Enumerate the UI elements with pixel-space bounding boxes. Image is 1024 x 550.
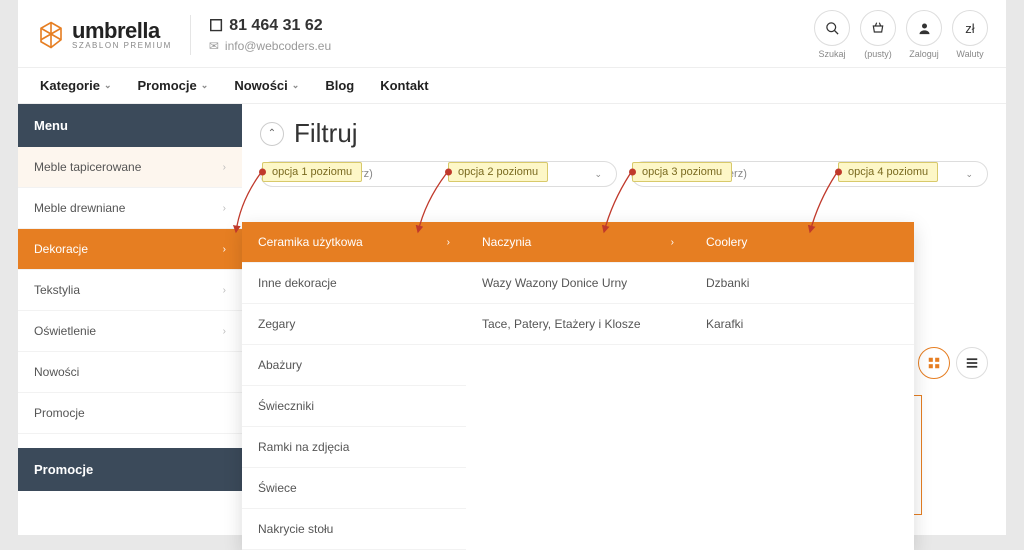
nav-categories[interactable]: Kategorie⌄	[40, 78, 112, 93]
chevron-right-icon: ›	[223, 162, 226, 173]
sidebar-item-upholstered[interactable]: Meble tapicerowane›	[18, 147, 242, 188]
mail-icon: ✉	[209, 39, 219, 53]
flyout-item-dishes[interactable]: Naczynia›	[466, 222, 690, 263]
login-button[interactable]: Zaloguj	[906, 10, 942, 59]
flyout-item[interactable]: Karafki	[690, 304, 914, 345]
chevron-down-icon: ⌄	[965, 169, 973, 180]
flyout-level-2: Ceramika użytkowa› Inne dekoracje Zegary…	[242, 222, 466, 550]
sidebar-item-textiles[interactable]: Tekstylia›	[18, 270, 242, 311]
flyout-item[interactable]: Zegary	[242, 304, 466, 345]
chevron-down-icon: ⌄	[292, 80, 300, 91]
chevron-right-icon: ›	[671, 237, 674, 248]
flyout-level-3: Naczynia› Wazy Wazony Donice Urny Tace, …	[466, 222, 690, 550]
sidebar-item-promo[interactable]: Promocje	[18, 393, 242, 434]
flyout-item[interactable]: Nakrycie stołu	[242, 509, 466, 550]
chevron-up-icon: ⌃	[268, 128, 276, 139]
flyout-item[interactable]: Świece	[242, 468, 466, 509]
flyout-item[interactable]: Inne dekoracje	[242, 263, 466, 304]
chevron-right-icon: ›	[223, 285, 226, 296]
phone-number[interactable]: ☐81 464 31 62	[209, 16, 331, 36]
flyout-item[interactable]: Świeczniki	[242, 386, 466, 427]
sidebar-menu-header: Menu	[18, 104, 242, 147]
divider	[190, 15, 191, 55]
logo[interactable]: umbrella SZABLON PREMIUM	[36, 20, 172, 50]
logo-title: umbrella	[72, 20, 172, 42]
flyout-item-coolers[interactable]: Coolery	[690, 222, 914, 263]
sidebar-item-wooden[interactable]: Meble drewniane›	[18, 188, 242, 229]
basket-icon	[870, 20, 886, 36]
chevron-right-icon: ›	[223, 326, 226, 337]
search-button[interactable]: Szukaj	[814, 10, 850, 59]
filter-title: Filtruj	[294, 118, 358, 149]
logo-icon	[36, 20, 66, 50]
sidebar-promo-header: Promocje	[18, 448, 242, 491]
callout-level-1: opcja 1 poziomu	[262, 162, 362, 182]
nav-news[interactable]: Nowości⌄	[234, 78, 299, 93]
chevron-down-icon: ⌄	[201, 80, 209, 91]
callout-level-2: opcja 2 poziomu	[448, 162, 548, 182]
nav-contact[interactable]: Kontakt	[380, 78, 428, 93]
callout-level-4: opcja 4 poziomu	[838, 162, 938, 182]
chevron-down-icon: ⌄	[594, 169, 602, 180]
logo-subtitle: SZABLON PREMIUM	[72, 42, 172, 50]
user-icon	[917, 21, 932, 36]
sidebar-item-lighting[interactable]: Oświetlenie›	[18, 311, 242, 352]
email-link[interactable]: ✉info@webcoders.eu	[209, 39, 331, 53]
collapse-button[interactable]: ⌃	[260, 122, 284, 146]
chevron-down-icon: ⌄	[104, 80, 112, 91]
flyout-item[interactable]: Dzbanki	[690, 263, 914, 304]
grid-icon	[927, 356, 941, 370]
flyout-item[interactable]: Wazy Wazony Donice Urny	[466, 263, 690, 304]
sidebar-item-news[interactable]: Nowości	[18, 352, 242, 393]
sidebar-item-decorations[interactable]: Dekoracje›	[18, 229, 242, 270]
currency-button[interactable]: zł Waluty	[952, 10, 988, 59]
flyout-item-ceramics[interactable]: Ceramika użytkowa›	[242, 222, 466, 263]
list-view-button[interactable]	[956, 347, 988, 379]
cart-button[interactable]: (pusty)	[860, 10, 896, 59]
nav-promotions[interactable]: Promocje⌄	[138, 78, 209, 93]
flyout-level-4: Coolery Dzbanki Karafki	[690, 222, 914, 550]
callout-level-3: opcja 3 poziomu	[632, 162, 732, 182]
search-icon	[825, 21, 840, 36]
grid-view-button[interactable]	[918, 347, 950, 379]
flyout-item[interactable]: Abażury	[242, 345, 466, 386]
list-icon	[965, 356, 979, 370]
flyout-item[interactable]: Tace, Patery, Etażery i Klosze	[466, 304, 690, 345]
chevron-right-icon: ›	[223, 203, 226, 214]
flyout-item[interactable]: Ramki na zdjęcia	[242, 427, 466, 468]
nav-blog[interactable]: Blog	[325, 78, 354, 93]
currency-symbol: zł	[952, 10, 988, 46]
chevron-right-icon: ›	[447, 237, 450, 248]
phone-icon: ☐	[209, 16, 223, 36]
chevron-right-icon: ›	[223, 244, 226, 255]
